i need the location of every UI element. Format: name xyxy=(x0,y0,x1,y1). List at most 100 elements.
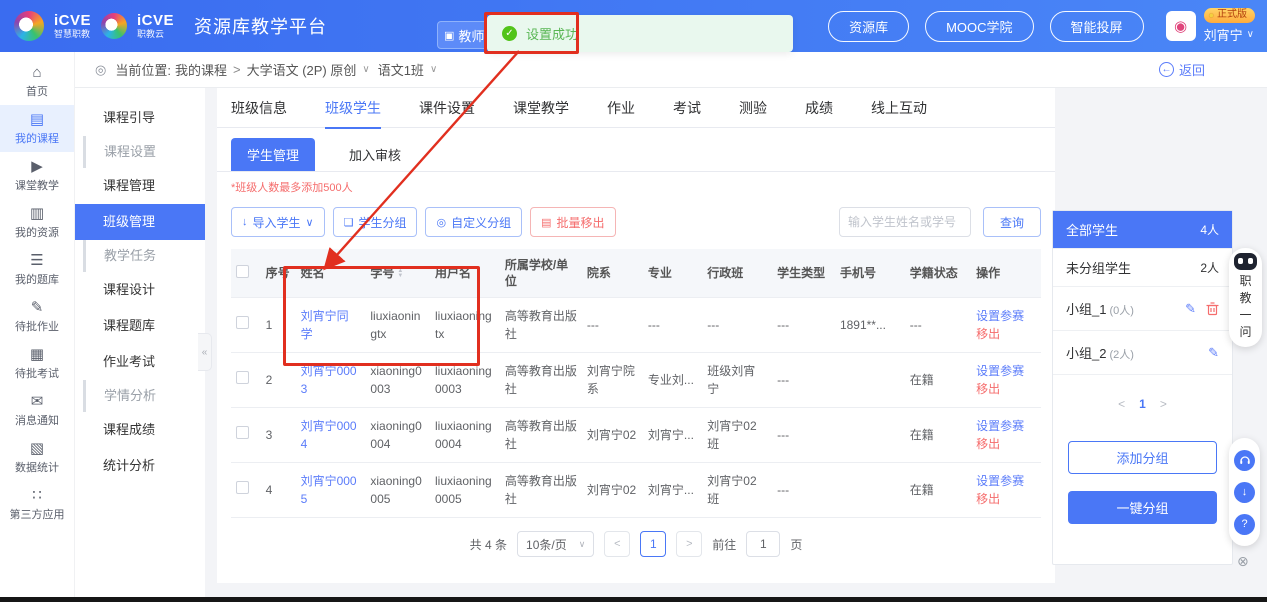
assistant-widget[interactable]: 职 教 一 问 xyxy=(1229,248,1262,347)
subtab-student-management[interactable]: 学生管理 xyxy=(231,138,315,171)
menu-item-course-guide[interactable]: 课程引导 xyxy=(75,100,205,136)
tab-classroom-teaching[interactable]: 课堂教学 xyxy=(513,88,569,128)
user-area[interactable]: ◉ ● 正式版 刘宵宁 ∨ xyxy=(1166,8,1255,44)
sidebar-item-messages[interactable]: ✉ 消息通知 xyxy=(0,387,74,434)
subtab-join-review[interactable]: 加入审核 xyxy=(335,138,415,171)
app-window: iCVE 智慧职教 iCVE 职教云 资源库教学平台 资源库 MOOC学院 智能… xyxy=(0,0,1267,602)
chevron-down-icon[interactable]: ∨ xyxy=(362,64,369,75)
icon-sidebar: ⌂ 首页 ▤ 我的课程 ▶ 课堂教学 ▥ 我的资源 ☰ 我的题库 ✎ 待批作业 … xyxy=(0,52,75,597)
student-name-link[interactable]: 刘宵宁0003 xyxy=(301,364,357,396)
remove-link[interactable]: 移出 xyxy=(976,325,1036,343)
prev-page-button[interactable]: < xyxy=(604,531,630,557)
col-student-type: 学生类型 xyxy=(772,249,835,298)
next-page-button[interactable]: > xyxy=(1160,397,1167,411)
menu-item-statistical-analysis[interactable]: 统计分析 xyxy=(75,448,205,484)
edit-group-icon[interactable]: ✎ xyxy=(1185,301,1196,317)
set-contest-link[interactable]: 设置参赛 xyxy=(976,417,1036,435)
row-checkbox[interactable] xyxy=(236,426,249,439)
trash-icon[interactable] xyxy=(1206,302,1219,316)
tab-exam[interactable]: 考试 xyxy=(673,88,701,128)
customer-service-icon[interactable] xyxy=(1234,450,1255,471)
breadcrumb-my-courses[interactable]: 我的课程 xyxy=(175,60,227,79)
edit-group-icon[interactable]: ✎ xyxy=(1208,345,1219,361)
teacher-space-button[interactable]: ▣ 教师 xyxy=(437,21,491,49)
tab-quiz[interactable]: 测验 xyxy=(739,88,767,128)
smart-cast-button[interactable]: 智能投屏 xyxy=(1050,11,1144,42)
one-click-group-button[interactable]: 一键分组 xyxy=(1068,491,1217,524)
group-row-group1[interactable]: 小组_1(0人) ✎ xyxy=(1053,287,1232,331)
sidebar-item-classroom-teaching[interactable]: ▶ 课堂教学 xyxy=(0,152,74,199)
tab-online-interaction[interactable]: 线上互动 xyxy=(871,88,927,128)
set-contest-link[interactable]: 设置参赛 xyxy=(976,307,1036,325)
custom-grouping-button[interactable]: ◎ 自定义分组 xyxy=(425,207,522,237)
sidebar-collapse-handle[interactable]: « xyxy=(198,333,212,371)
page-size-select[interactable]: 10条/页 ∨ xyxy=(517,531,594,557)
add-group-button[interactable]: 添加分组 xyxy=(1068,441,1217,474)
user-avatar[interactable]: ◉ xyxy=(1166,11,1196,41)
remove-link[interactable]: 移出 xyxy=(976,435,1036,453)
student-grouping-button[interactable]: ❏ 学生分组 xyxy=(333,207,418,237)
menu-item-course-grades[interactable]: 课程成绩 xyxy=(75,412,205,448)
close-float-icon[interactable]: ⊗ xyxy=(1237,553,1249,570)
remove-link[interactable]: 移出 xyxy=(976,490,1036,508)
row-checkbox[interactable] xyxy=(236,316,249,329)
sidebar-item-data-statistics[interactable]: ▧ 数据统计 xyxy=(0,434,74,481)
group-row-group2[interactable]: 小组_2(2人) ✎ xyxy=(1053,331,1232,375)
tab-class-students[interactable]: 班级学生 xyxy=(325,88,381,128)
table-row: 1 刘宵宁同学 liuxiaoningtx liuxiaoningtx 高等教育… xyxy=(231,298,1041,353)
user-menu[interactable]: 刘宵宁 ∨ xyxy=(1204,25,1254,44)
set-contest-link[interactable]: 设置参赛 xyxy=(976,472,1036,490)
chevron-down-icon[interactable]: ∨ xyxy=(430,64,437,75)
query-button[interactable]: 查询 xyxy=(983,207,1041,237)
page-number-button[interactable]: 1 xyxy=(1139,397,1146,411)
sidebar-item-third-party-apps[interactable]: ∷ 第三方应用 xyxy=(0,481,74,528)
download-cloud-icon[interactable]: ↓ xyxy=(1234,482,1255,503)
sidebar-item-my-resources[interactable]: ▥ 我的资源 xyxy=(0,199,74,246)
student-name-link[interactable]: 刘宵宁0005 xyxy=(301,474,357,506)
group-count: 2人 xyxy=(1200,259,1219,276)
resource-library-button[interactable]: 资源库 xyxy=(828,11,909,42)
group-row-all-students[interactable]: 全部学生 4人 xyxy=(1053,211,1232,249)
goto-page-input[interactable] xyxy=(746,531,780,557)
student-name-link[interactable]: 刘宵宁同学 xyxy=(301,309,349,341)
tab-grades[interactable]: 成绩 xyxy=(805,88,833,128)
group-row-ungrouped[interactable]: 未分组学生 2人 xyxy=(1053,249,1232,287)
menu-item-homework-exams[interactable]: 作业考试 xyxy=(75,344,205,380)
tab-class-info[interactable]: 班级信息 xyxy=(231,88,287,128)
sort-icon[interactable]: ▲▼ xyxy=(397,269,403,279)
col-actions: 操作 xyxy=(971,249,1041,298)
row-checkbox[interactable] xyxy=(236,371,249,384)
prev-page-button[interactable]: < xyxy=(1118,397,1125,411)
set-contest-link[interactable]: 设置参赛 xyxy=(976,362,1036,380)
menu-item-course-management[interactable]: 课程管理 xyxy=(75,168,205,204)
sidebar-item-home[interactable]: ⌂ 首页 xyxy=(0,58,74,105)
next-page-button[interactable]: > xyxy=(676,531,702,557)
breadcrumb-class[interactable]: 语文1班 xyxy=(378,60,424,79)
sidebar-item-pending-homework[interactable]: ✎ 待批作业 xyxy=(0,293,74,340)
sidebar-item-pending-exams[interactable]: ▦ 待批考试 xyxy=(0,340,74,387)
col-enrollment-status: 学籍状态 xyxy=(905,249,971,298)
menu-item-class-management[interactable]: 班级管理 xyxy=(75,204,205,240)
back-button[interactable]: ← 返回 xyxy=(1159,60,1205,79)
col-name: 姓名 xyxy=(296,249,366,298)
remove-link[interactable]: 移出 xyxy=(976,380,1036,398)
sidebar-item-question-bank[interactable]: ☰ 我的题库 xyxy=(0,246,74,293)
menu-item-course-question-bank[interactable]: 课程题库 xyxy=(75,308,205,344)
tab-homework[interactable]: 作业 xyxy=(607,88,635,128)
row-checkbox[interactable] xyxy=(236,481,249,494)
success-toast: ✓ 设置成功 xyxy=(487,15,793,52)
menu-item-course-design[interactable]: 课程设计 xyxy=(75,272,205,308)
sidebar-item-my-courses[interactable]: ▤ 我的课程 xyxy=(0,105,74,152)
batch-remove-button[interactable]: ▤ 批量移出 xyxy=(530,207,615,237)
edit-doc-icon: ✎ xyxy=(31,300,44,315)
student-search-input[interactable] xyxy=(839,207,971,237)
mooc-academy-button[interactable]: MOOC学院 xyxy=(925,11,1033,42)
page-number-button[interactable]: 1 xyxy=(640,531,666,557)
tab-courseware-settings[interactable]: 课件设置 xyxy=(419,88,475,128)
help-question-icon[interactable]: ? xyxy=(1234,514,1255,535)
import-students-button[interactable]: ↓ 导入学生 ∨ xyxy=(231,207,325,237)
breadcrumb-course[interactable]: 大学语文 (2P) 原创 xyxy=(247,60,357,79)
student-name-link[interactable]: 刘宵宁0004 xyxy=(301,419,357,451)
select-all-checkbox[interactable] xyxy=(236,265,249,278)
export-icon: ▤ xyxy=(541,216,551,229)
